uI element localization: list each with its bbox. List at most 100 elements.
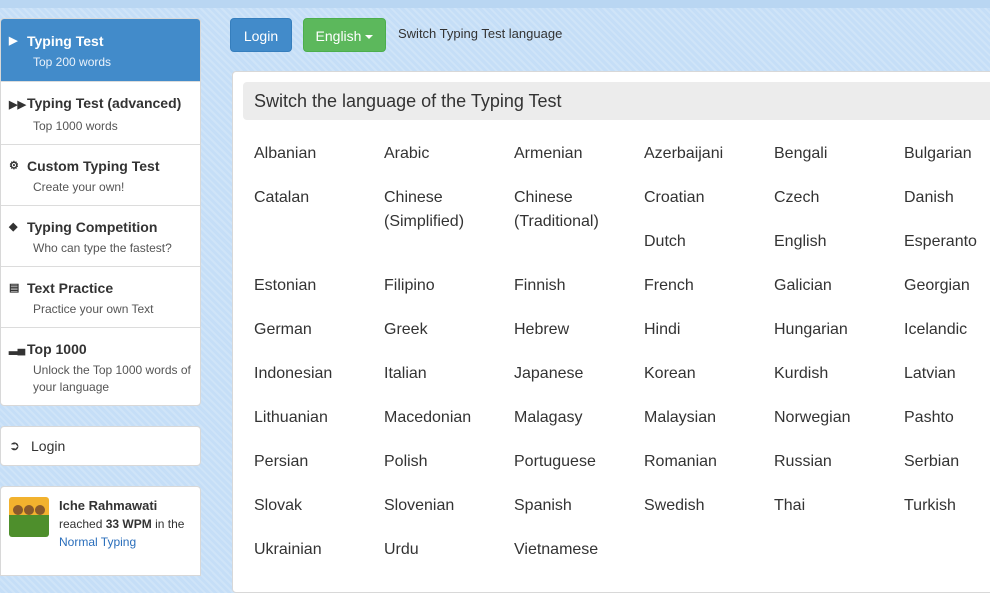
feed-test-link[interactable]: Normal Typing — [59, 535, 136, 549]
login-button[interactable]: Login — [230, 18, 292, 52]
sidebar-item-label: Custom Typing Test — [27, 158, 160, 174]
sidebar-item-label: Typing Test — [27, 33, 104, 49]
sidebar: ▶ Typing Test Top 200 words ▶▶Typing Test… — [0, 18, 201, 576]
sidebar-item-subtitle: Create your own! — [33, 180, 125, 194]
language-link[interactable]: Hungarian — [774, 318, 899, 342]
language-link[interactable]: Slovak — [254, 494, 379, 518]
trophy-icon: ◆ — [9, 221, 18, 233]
language-link[interactable]: Croatian — [644, 186, 769, 210]
language-link[interactable]: Serbian — [904, 450, 990, 474]
language-link[interactable]: Slovenian — [384, 494, 509, 518]
login-button-label: Login — [243, 28, 279, 44]
language-link[interactable]: Kurdish — [774, 362, 899, 386]
language-link[interactable]: Swedish — [644, 494, 769, 518]
sidebar-item-text-practice[interactable]: ▤ Text Practice Practice your own Text — [1, 266, 200, 327]
language-link[interactable]: English — [774, 230, 899, 254]
feed-reached-text: reached — [59, 517, 103, 531]
signal-bars-icon: ▂▄ — [9, 343, 26, 355]
language-link[interactable]: Hebrew — [514, 318, 639, 342]
language-link[interactable]: Indonesian — [254, 362, 379, 386]
language-link[interactable]: Czech — [774, 186, 899, 210]
language-link[interactable]: Urdu — [384, 538, 509, 562]
feed-user-name: Iche Rahmawati — [59, 498, 158, 513]
avatar — [9, 497, 49, 537]
sidebar-item-subtitle: Who can type the fastest? — [33, 241, 172, 255]
language-link[interactable]: Portuguese — [514, 450, 639, 474]
language-link[interactable]: German — [254, 318, 379, 342]
language-link[interactable]: Georgian — [904, 274, 990, 298]
language-link[interactable]: Danish — [904, 186, 990, 210]
language-link[interactable]: Lithuanian — [254, 406, 379, 430]
language-link[interactable]: Vietnamese — [514, 538, 639, 562]
sidebar-item-label: Typing Test (advanced) — [27, 95, 182, 111]
sidebar-nav: ▶ Typing Test Top 200 words ▶▶Typing Test… — [0, 18, 201, 406]
language-link[interactable]: Chinese (Simplified) — [384, 186, 509, 234]
language-link[interactable]: Chinese (Traditional) — [514, 186, 639, 234]
language-link[interactable]: Macedonian — [384, 406, 509, 430]
play-icon: ▶ — [9, 35, 18, 47]
language-link[interactable]: Hindi — [644, 318, 769, 342]
language-link[interactable]: Bulgarian — [904, 142, 990, 166]
language-link[interactable]: Esperanto — [904, 230, 990, 254]
sidebar-item-subtitle: Practice your own Text — [33, 302, 154, 316]
language-link[interactable]: Japanese — [514, 362, 639, 386]
sidebar-item-label: Typing Competition — [27, 219, 158, 235]
switch-language-text: Switch Typing Test language — [398, 26, 563, 41]
language-panel: Switch the language of the Typing Test A… — [232, 71, 990, 593]
language-link[interactable]: Spanish — [514, 494, 639, 518]
fast-forward-icon: ▶▶ — [9, 99, 26, 111]
document-icon: ▤ — [9, 282, 20, 294]
language-link[interactable]: Thai — [774, 494, 899, 518]
language-link[interactable]: Pashto — [904, 406, 990, 430]
language-link[interactable]: Russian — [774, 450, 899, 474]
sidebar-item-subtitle: Top 1000 words — [33, 119, 118, 133]
feed-entry: Iche Rahmawati reached 33 WPM in the Nor… — [59, 497, 192, 567]
language-link[interactable]: Persian — [254, 450, 379, 474]
language-link[interactable]: Galician — [774, 274, 899, 298]
language-link[interactable]: Catalan — [254, 186, 379, 210]
language-link[interactable]: Romanian — [644, 450, 769, 474]
login-icon: ➲ — [9, 438, 20, 453]
panel-heading: Switch the language of the Typing Test — [243, 82, 990, 120]
language-link[interactable]: Icelandic — [904, 318, 990, 342]
language-link[interactable]: Turkish — [904, 494, 990, 518]
sidebar-item-typing-test-advanced[interactable]: ▶▶Typing Test (advanced) Top 1000 words — [1, 81, 200, 144]
sidebar-item-typing-test[interactable]: ▶ Typing Test Top 200 words — [1, 19, 200, 81]
sidebar-item-typing-competition[interactable]: ◆ Typing Competition Who can type the fas… — [1, 205, 200, 266]
sidebar-item-label: Top 1000 — [27, 341, 87, 357]
language-dropdown-label: English — [315, 28, 362, 44]
caret-down-icon — [365, 35, 374, 40]
sidebar-login-link[interactable]: ➲ Login — [0, 426, 201, 466]
language-link[interactable]: Malagasy — [514, 406, 639, 430]
feed-in-text: in the — [155, 517, 185, 531]
sidebar-item-custom-typing-test[interactable]: ⚙ Custom Typing Test Create your own! — [1, 144, 200, 205]
language-link[interactable]: Greek — [384, 318, 509, 342]
language-link[interactable]: French — [644, 274, 769, 298]
sidebar-item-subtitle: Top 200 words — [33, 55, 112, 69]
language-dropdown[interactable]: English — [303, 18, 386, 52]
language-link[interactable]: Albanian — [254, 142, 379, 166]
activity-feed: Iche Rahmawati reached 33 WPM in the Nor… — [0, 486, 201, 576]
language-link[interactable]: Italian — [384, 362, 509, 386]
language-link[interactable]: Azerbaijani — [644, 142, 769, 166]
language-link[interactable]: Filipino — [384, 274, 509, 298]
language-link[interactable]: Norwegian — [774, 406, 899, 430]
language-link[interactable]: Latvian — [904, 362, 990, 386]
language-link[interactable]: Ukrainian — [254, 538, 379, 562]
sidebar-item-top-1000[interactable]: ▂▄ Top 1000 Unlock the Top 1000 words of … — [1, 327, 200, 405]
top-strip — [0, 0, 990, 8]
language-link[interactable]: Armenian — [514, 142, 639, 166]
language-link[interactable]: Korean — [644, 362, 769, 386]
language-link[interactable]: Estonian — [254, 274, 379, 298]
cogs-icon: ⚙ — [9, 160, 19, 172]
language-link[interactable]: Polish — [384, 450, 509, 474]
language-link[interactable]: Malaysian — [644, 406, 769, 430]
sidebar-item-subtitle: Unlock the Top 1000 words of your langua… — [33, 363, 191, 394]
language-link[interactable]: Finnish — [514, 274, 639, 298]
language-link[interactable]: Bengali — [774, 142, 899, 166]
feed-wpm: 33 WPM — [105, 517, 152, 531]
sidebar-item-label: Text Practice — [27, 280, 114, 296]
sidebar-login-label: Login — [31, 438, 66, 454]
language-link[interactable]: Dutch — [644, 230, 769, 254]
language-link[interactable]: Arabic — [384, 142, 509, 166]
